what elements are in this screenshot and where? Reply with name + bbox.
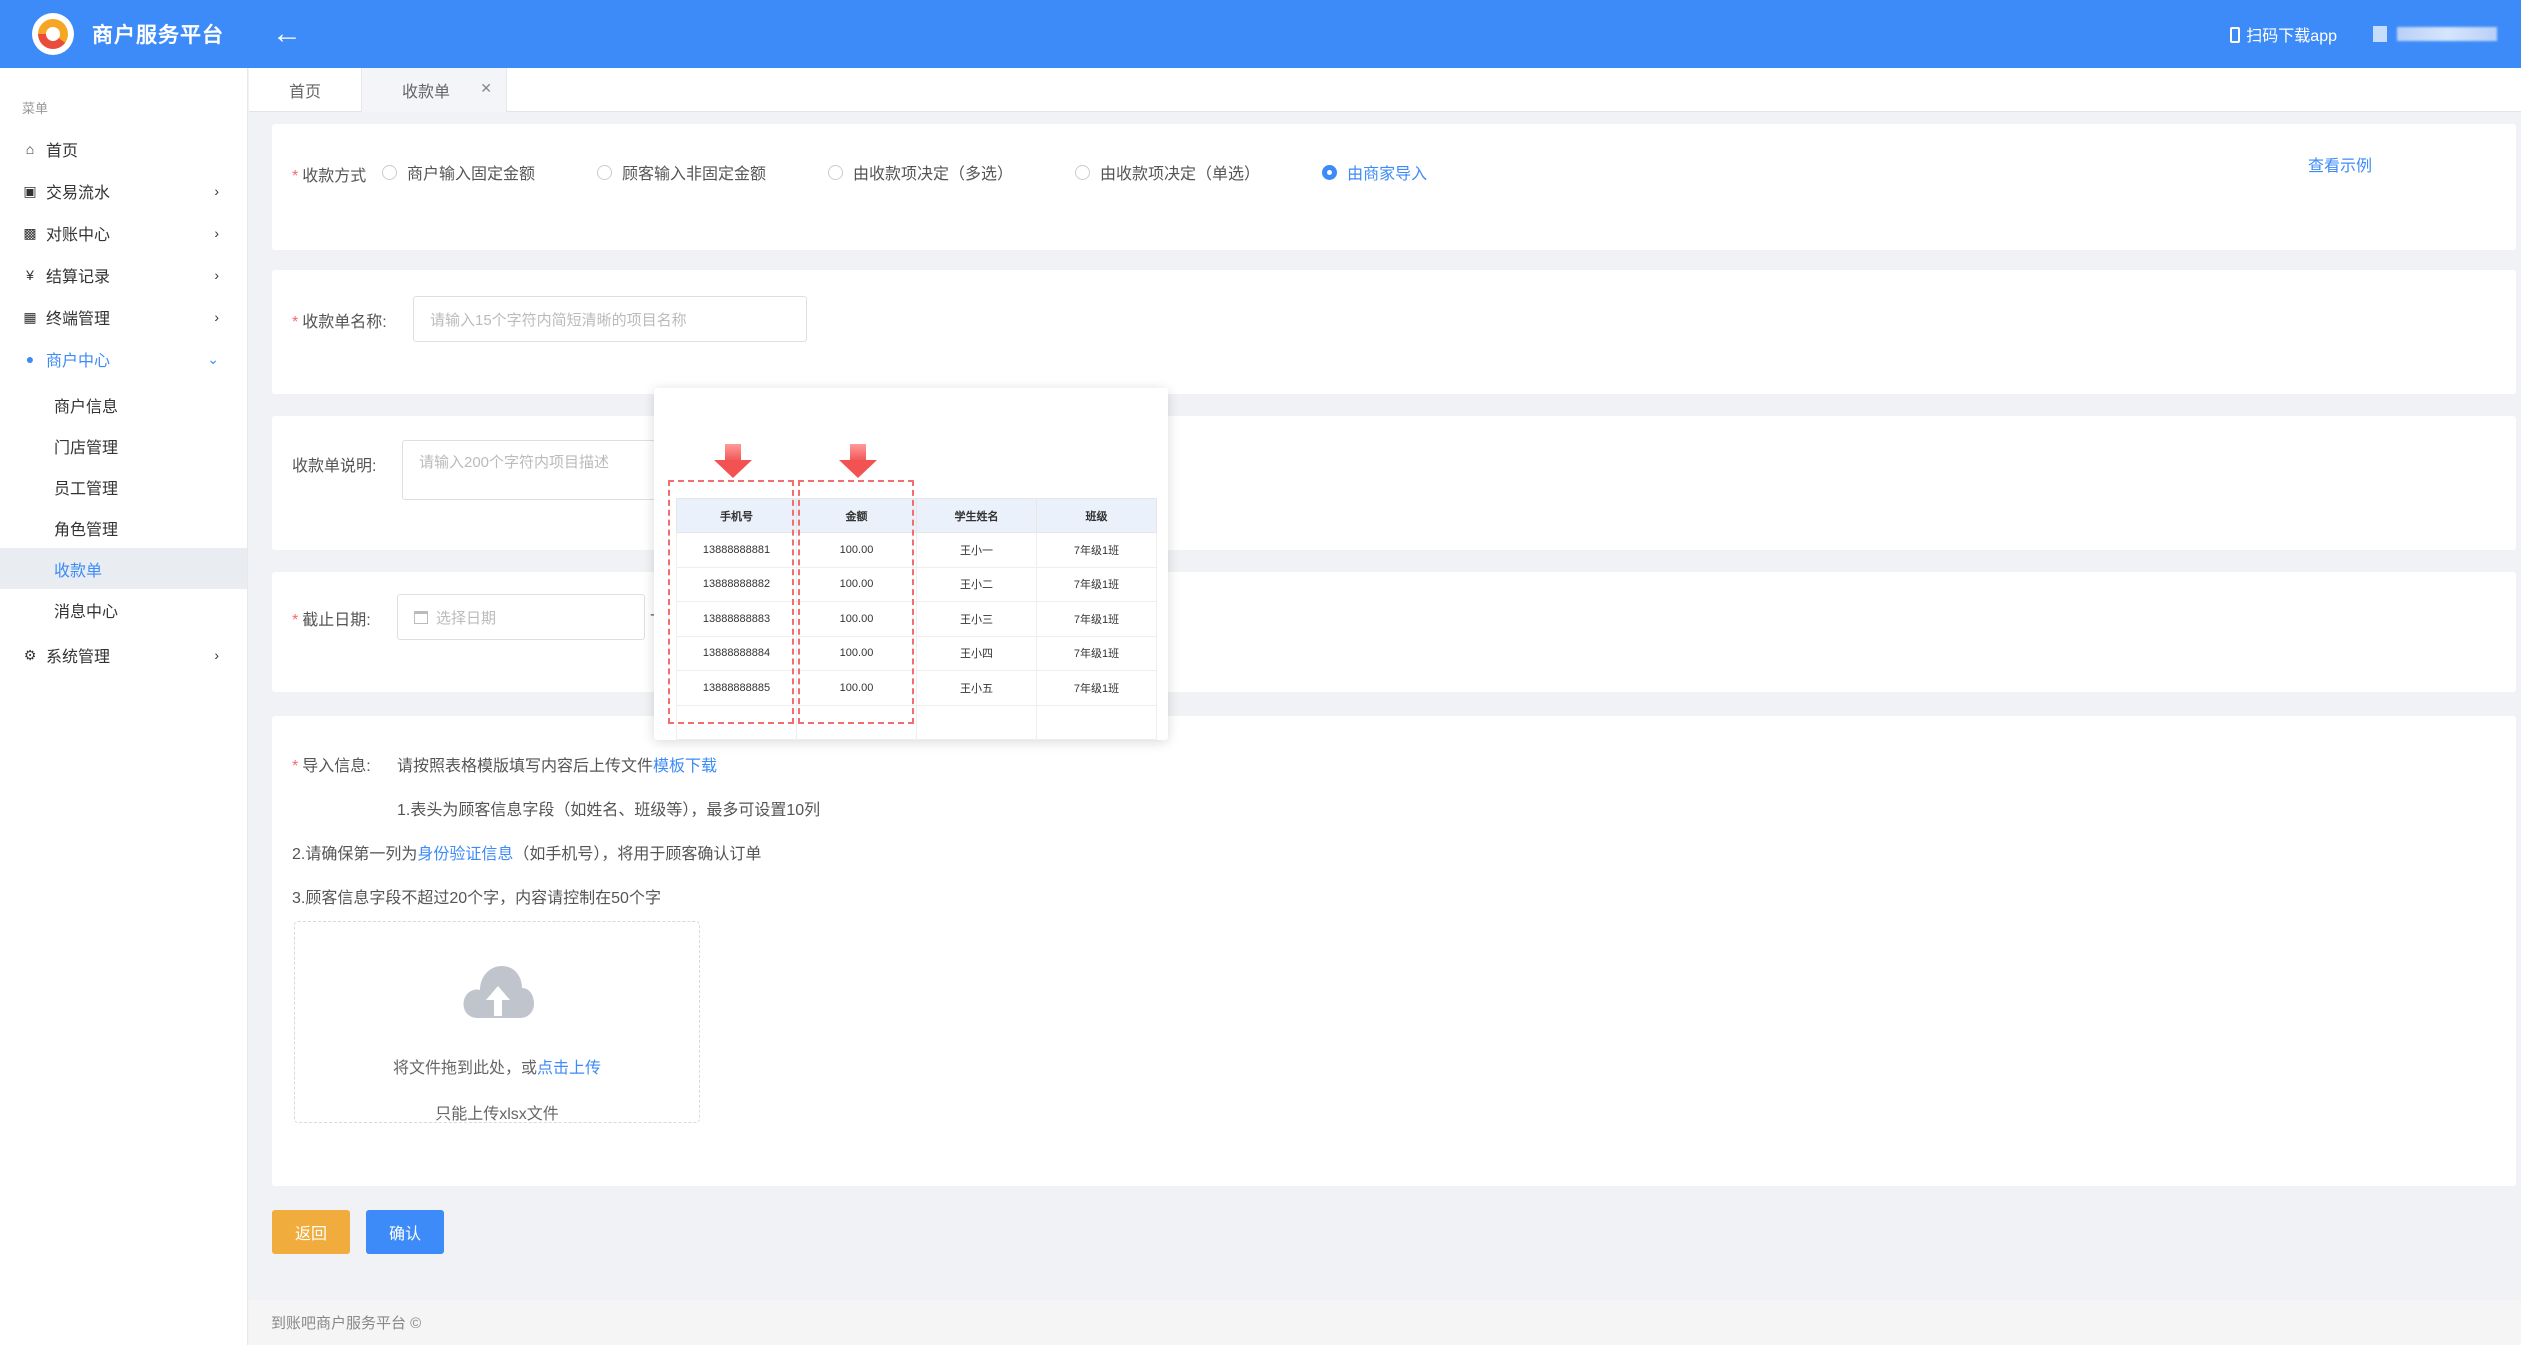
form-deadline-card: * 截止日期: 选择日期 - [272,572,2516,692]
sidebar-item-terminal[interactable]: ▦ 终端管理 › [0,296,247,338]
import-rule-2-suffix: （如手机号），将用于顾客确认订单 [513,846,762,863]
sidebar-subitem-payment-form[interactable]: 收款单 [0,548,247,589]
example-header: 班级 [1036,498,1157,533]
deadline-label: 截止日期: [302,612,371,629]
phone-icon [2230,27,2241,43]
tab-bar: 首页 收款单 ✕ [249,68,2521,112]
radio-custom-amount[interactable]: 顾客输入非固定金额 [597,160,766,184]
sidebar-subitem-staff[interactable]: 员工管理 [0,466,247,507]
yen-icon: ¥ [26,267,34,283]
payment-method-card: * 收款方式 商户输入固定金额 顾客输入非固定金额 由收款项决定（多选） 由收款项… [272,124,2516,250]
user-icon: ● [25,351,35,367]
sidebar-item-transactions[interactable]: ▣ 交易流水 › [0,170,247,212]
upload-drag-text: 将文件拖到此处，或 [392,1060,537,1077]
name-input[interactable]: 请输入15个字符内简短清晰的项目名称 [413,296,807,342]
chevron-right-icon: › [214,267,219,283]
example-popover: 手机号 金额 学生姓名 班级 13888888881 100.00 王小一 7年级1班… [654,388,1168,740]
import-label: 导入信息: [302,758,371,775]
sidebar-subitem-messages[interactable]: 消息中心 [0,589,247,630]
user-menu[interactable] [2373,26,2497,42]
radio-item-single[interactable]: 由收款项决定（单选） [1075,160,1260,184]
download-app-link[interactable]: 扫码下载app [2230,22,2337,46]
money-icon: ▣ [23,182,37,199]
sidebar-item-home[interactable]: ⌂ 首页 [0,128,247,170]
tab-home[interactable]: 首页 [249,68,363,112]
chevron-right-icon: › [214,183,219,199]
chevron-right-icon: › [214,225,219,241]
app-title: 商户服务平台 [92,24,224,47]
radio-item-multi[interactable]: 由收款项决定（多选） [828,160,1013,184]
back-arrow-icon[interactable]: ← [272,19,302,49]
calculator-icon: ▦ [23,308,37,325]
form-desc-card: 收款单说明: 请输入200个字符内项目描述 [272,416,2516,550]
desc-textarea[interactable]: 请输入200个字符内项目描述 [402,440,662,500]
radio-merchant-import[interactable]: 由商家导入 [1322,160,1427,184]
sidebar: 菜单 ⌂ 首页 ▣ 交易流水 › ▩ 对账中心 › ¥ 结算记录 › ▦ 终端管理 › ● 商户中心… [0,68,248,1345]
sidebar-subitem-role[interactable]: 角色管理 [0,507,247,548]
avatar [2373,26,2387,42]
payment-method-radio-group: 商户输入固定金额 顾客输入非固定金额 由收款项决定（多选） 由收款项决定（单选）… [382,160,1489,184]
import-rule-3: 3.顾客信息字段不超过20个字，内容请控制在50个字 [292,890,661,907]
template-download-link[interactable]: 模板下载 [653,758,717,775]
date-picker-input[interactable]: 选择日期 [397,594,645,640]
confirm-button[interactable]: 确认 [366,1210,444,1254]
name-label: 收款单名称: [302,314,387,331]
sidebar-item-settlement[interactable]: ¥ 结算记录 › [0,254,247,296]
click-upload-link[interactable]: 点击上传 [537,1060,601,1077]
desc-label: 收款单说明: [292,458,377,475]
import-hint: 请按照表格模版填写内容后上传文件 [397,758,654,775]
sidebar-item-reconciliation[interactable]: ▩ 对账中心 › [0,212,247,254]
upload-tip: 只能上传xlsx文件 [435,1106,559,1123]
sidebar-item-merchant-center[interactable]: ● 商户中心 ⌄ [0,338,247,380]
upload-dropzone[interactable]: 将文件拖到此处，或点击上传 只能上传xlsx文件 [294,921,700,1123]
payment-method-label: 收款方式 [302,168,367,185]
identity-verification-link[interactable]: 身份验证信息 [417,846,513,863]
form-name-card: * 收款单名称: 请输入15个字符内简短清晰的项目名称 [272,270,2516,394]
example-header: 学生姓名 [916,498,1037,533]
sidebar-item-system[interactable]: ⚙ 系统管理 › [0,634,247,676]
back-button[interactable]: 返回 [272,1210,350,1254]
sidebar-subitem-store[interactable]: 门店管理 [0,425,247,466]
page-footer: 到账吧商户服务平台 © [249,1300,2521,1345]
gear-icon: ⚙ [23,646,37,663]
chevron-right-icon: › [214,647,219,663]
sidebar-subitem-merchant-info[interactable]: 商户信息 [0,384,247,425]
bar-chart-icon: ▩ [23,224,37,241]
highlight-phone-column [668,480,794,724]
home-icon: ⌂ [25,141,35,157]
close-icon[interactable]: ✕ [480,80,492,97]
import-rule-2-prefix: 2.请确保第一列为 [292,846,418,863]
top-header: 商户服务平台 ← 扫码下载app [0,0,2521,68]
import-info-card: * 导入信息: 请按照表格模版填写内容后上传文件模板下载 1.表头为顾客信息字段（… [272,716,2516,1186]
import-rule-1: 1.表头为顾客信息字段（如姓名、班级等），最多可设置10列 [397,802,821,819]
chevron-right-icon: › [214,309,219,325]
calendar-icon [414,610,428,624]
tab-payment-form[interactable]: 收款单 ✕ [362,68,508,112]
menu-title: 菜单 [22,101,49,116]
view-example-link[interactable]: 查看示例 [2308,152,2372,176]
radio-fixed-amount[interactable]: 商户输入固定金额 [382,160,535,184]
cloud-upload-icon [463,966,534,1018]
highlight-amount-column [798,480,914,724]
chevron-down-icon: ⌄ [207,350,219,367]
app-logo[interactable] [32,13,74,55]
